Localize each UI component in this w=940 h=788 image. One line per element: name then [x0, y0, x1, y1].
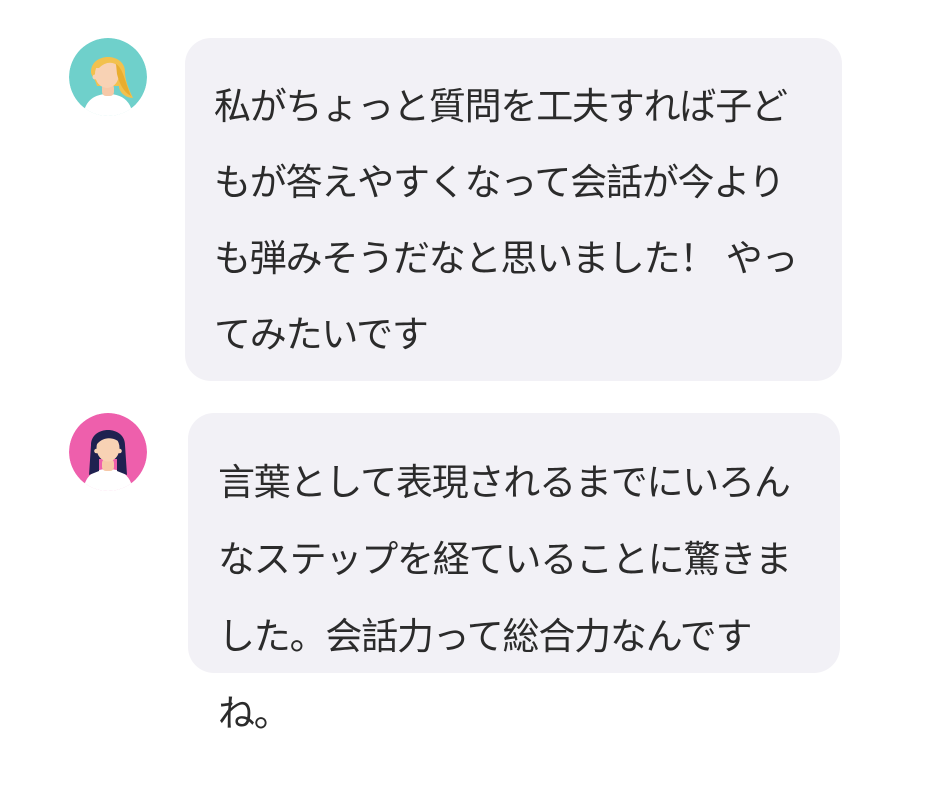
- chat-thread: 私がちょっと質問を工夫すれば子どもが答えやすくなって会話が今よりも弾みそうだなと…: [0, 0, 940, 788]
- message-text: 言葉として表現されるまでにいろんなステップを経ていることに驚きました。会話力って…: [218, 461, 792, 735]
- message-bubble: 私がちょっと質問を工夫すれば子どもが答えやすくなって会話が今よりも弾みそうだなと…: [185, 38, 842, 381]
- message-bubble: 言葉として表現されるまでにいろんなステップを経ていることに驚きました。会話力って…: [188, 413, 840, 735]
- message-text: 私がちょっと質問を工夫すれば子どもが答えやすくなって会話が今よりも弾みそうだなと…: [214, 85, 799, 356]
- dark-haired-woman-avatar-icon: [69, 413, 147, 491]
- blonde-woman-avatar-icon: [69, 38, 147, 116]
